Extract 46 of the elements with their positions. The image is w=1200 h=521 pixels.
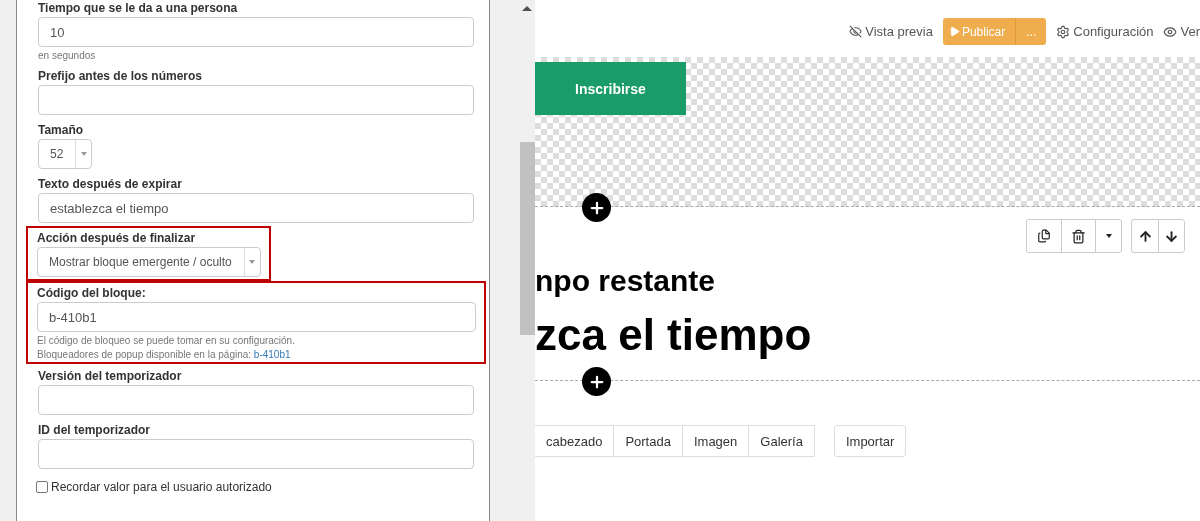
scroll-up-arrow[interactable] xyxy=(522,6,532,11)
preview-link[interactable]: Vista previa xyxy=(849,24,933,39)
block-link[interactable]: b-410b1 xyxy=(253,349,291,360)
field-label: Texto después de expirar xyxy=(38,177,183,191)
caret-icon xyxy=(80,152,87,156)
eye-off-icon xyxy=(849,25,863,38)
select-field[interactable]: Mostrar bloque emergente / oculto xyxy=(37,247,261,277)
field-label: Tiempo que se le da a una persona xyxy=(38,1,239,15)
signup-button[interactable]: Inscribirse xyxy=(535,62,686,115)
help-text: en segundos xyxy=(38,50,97,61)
input-field[interactable] xyxy=(38,85,474,115)
caret-icon xyxy=(249,260,256,264)
play-icon xyxy=(948,26,960,37)
add-block-button[interactable] xyxy=(582,193,611,222)
input-field[interactable]: b-410b1 xyxy=(37,302,476,332)
field-label: ID del temporizador xyxy=(38,423,151,437)
block-type-button[interactable]: Portada xyxy=(613,425,683,457)
eye-icon xyxy=(1163,24,1178,39)
countdown-text: zca el tiempo xyxy=(535,310,813,360)
trash-icon xyxy=(1071,228,1086,244)
input-field[interactable]: establezca el tiempo xyxy=(38,193,474,223)
settings-link[interactable]: Configuración xyxy=(1056,24,1154,39)
input-field[interactable] xyxy=(38,439,474,469)
remember-checkbox[interactable]: Recordar valor para el usuario autorizado xyxy=(36,480,476,494)
input-field[interactable] xyxy=(38,385,474,415)
field-label: Código del bloque: xyxy=(37,286,147,300)
help-text: El código de bloqueo se puede tomar en su configuración. xyxy=(37,335,296,346)
block-type-button[interactable]: Imagen xyxy=(681,425,750,457)
copy-icon xyxy=(1037,229,1051,243)
field-label: Tamaño xyxy=(38,123,85,137)
caret-icon xyxy=(1105,234,1112,238)
field-label: Versión del temporizador xyxy=(38,369,183,383)
scrollbar-thumb[interactable] xyxy=(520,142,535,335)
block-type-button[interactable]: Galería xyxy=(748,425,815,457)
add-block-button[interactable] xyxy=(582,367,611,396)
block-type-button[interactable]: cabezado xyxy=(534,425,615,457)
import-button[interactable]: Importar xyxy=(833,425,907,457)
field-label: Acción después de finalizar xyxy=(37,231,197,245)
settings-icon xyxy=(1056,24,1071,39)
select-field[interactable]: 52 xyxy=(38,139,93,169)
view-link[interactable]: Ver xyxy=(1163,24,1200,39)
help-text: Bloqueadores de popup disponible en la página: b-410b1 xyxy=(37,349,292,360)
input-field[interactable]: 10 xyxy=(38,17,474,47)
field-label: Prefijo antes de los números xyxy=(38,69,204,83)
arrow-down-icon xyxy=(1164,228,1179,244)
timer-heading: npo restante xyxy=(535,264,717,298)
